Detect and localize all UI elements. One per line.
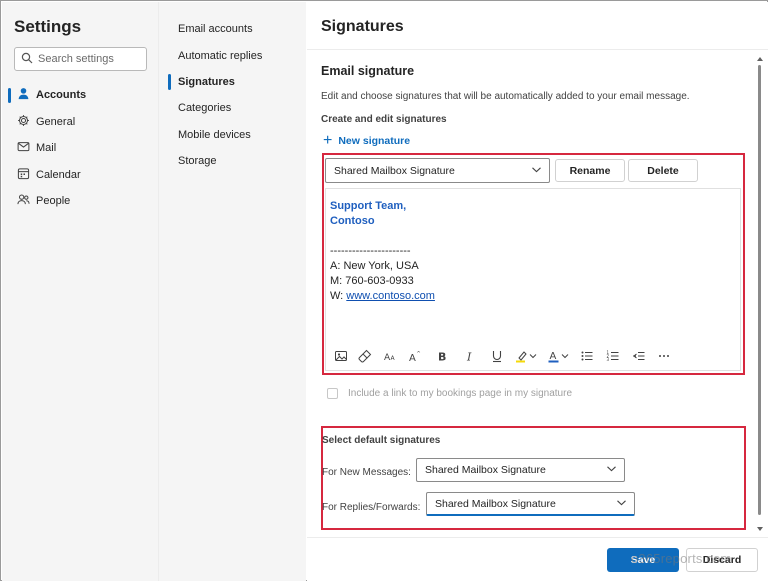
section-description: Edit and choose signatures that will be … — [321, 91, 690, 102]
format-toolbar: AA A ^ B I A 1 2 3 — [332, 346, 678, 366]
section-title: Email signature — [321, 64, 415, 78]
bookings-checkbox[interactable] — [327, 388, 338, 399]
svg-text:3: 3 — [607, 357, 610, 362]
nav-list: Accounts General Mail Calendar People — [2, 82, 158, 215]
replies-forwards-select[interactable]: Shared Mailbox Signature — [426, 492, 635, 516]
new-signature-button[interactable]: + New signature — [323, 132, 411, 149]
bookings-checkbox-label: Include a link to my bookings page in my… — [348, 388, 573, 399]
subnav-list: Email accounts Automatic replies Signatu… — [159, 16, 307, 174]
replies-forwards-label: For Replies/Forwards: — [322, 502, 421, 513]
highlight-icon[interactable] — [512, 346, 540, 366]
create-edit-label: Create and edit signatures — [321, 114, 447, 125]
save-button[interactable]: Save — [607, 548, 679, 572]
new-messages-select-value: Shared Mailbox Signature — [425, 464, 546, 476]
nav-item-general[interactable]: General — [2, 109, 158, 136]
signature-line-company: Contoso — [330, 215, 375, 227]
scrollbar[interactable] — [754, 57, 766, 531]
search-box[interactable] — [14, 47, 147, 71]
nav-item-label: General — [36, 115, 76, 128]
signature-mobile: M: 760-603-0933 — [330, 275, 414, 287]
nav-item-label: Calendar — [36, 168, 81, 181]
nav-item-accounts[interactable]: Accounts — [2, 82, 158, 109]
person-icon — [17, 87, 36, 103]
nav-item-label: Accounts — [36, 89, 87, 102]
format-painter-icon[interactable] — [354, 346, 376, 366]
font-size-icon[interactable]: AA — [380, 346, 400, 366]
signature-content[interactable]: Support Team, Contoso ------------------… — [330, 199, 435, 304]
nav-item-calendar[interactable]: Calendar — [2, 162, 158, 189]
svg-text:A: A — [409, 353, 416, 363]
new-messages-select[interactable]: Shared Mailbox Signature — [416, 458, 625, 482]
footer-divider — [307, 537, 768, 538]
font-color-icon[interactable]: A — [544, 346, 572, 366]
bullets-icon[interactable] — [576, 346, 598, 366]
signature-select[interactable]: Shared Mailbox Signature — [325, 158, 550, 183]
svg-text:I: I — [466, 351, 472, 364]
nav-item-label: Mail — [36, 142, 57, 155]
settings-window: Settings Accounts General — [0, 0, 768, 581]
signature-web-prefix: W: — [330, 290, 347, 302]
image-icon[interactable] — [332, 346, 350, 366]
scroll-up-arrow-icon[interactable] — [757, 57, 763, 61]
discard-button[interactable]: Discard — [686, 548, 758, 572]
indent-icon[interactable] — [628, 346, 650, 366]
replies-forwards-select-value: Shared Mailbox Signature — [435, 497, 556, 510]
italic-icon[interactable]: I — [458, 346, 482, 366]
chevron-down-icon — [606, 463, 617, 477]
signature-editor[interactable]: Support Team, Contoso ------------------… — [325, 188, 741, 371]
mail-icon — [17, 140, 36, 156]
accounts-subnav: Email accounts Automatic replies Signatu… — [158, 2, 306, 581]
underline-icon[interactable] — [486, 346, 508, 366]
rename-button[interactable]: Rename — [555, 159, 625, 182]
search-icon — [21, 52, 33, 67]
svg-text:^: ^ — [417, 351, 421, 357]
settings-title: Settings — [14, 17, 82, 36]
subnav-item-storage[interactable]: Storage — [159, 148, 307, 174]
nav-item-people[interactable]: People — [2, 188, 158, 215]
subnav-item-signatures[interactable]: Signatures — [159, 69, 307, 95]
signatures-pane: Signatures Email signature Edit and choo… — [307, 2, 768, 581]
svg-text:B: B — [438, 351, 446, 364]
signature-separator: ---------------------- — [330, 245, 411, 257]
subnav-item-categories[interactable]: Categories — [159, 95, 307, 121]
delete-button[interactable]: Delete — [628, 159, 698, 182]
gear-icon — [17, 114, 36, 130]
bold-icon[interactable]: B — [430, 346, 454, 366]
signature-select-value: Shared Mailbox Signature — [334, 164, 455, 177]
subnav-item-mobile-devices[interactable]: Mobile devices — [159, 122, 307, 148]
header-divider — [307, 49, 768, 50]
nav-item-mail[interactable]: Mail — [2, 135, 158, 162]
signature-web-line: W: www.contoso.com — [330, 289, 435, 304]
superscript-icon[interactable]: A ^ — [404, 346, 426, 366]
plus-icon: + — [323, 132, 333, 149]
signature-address: A: New York, USA — [330, 260, 419, 272]
numbering-icon[interactable]: 123 — [602, 346, 624, 366]
subnav-item-automatic-replies[interactable]: Automatic replies — [159, 42, 307, 68]
more-icon[interactable] — [654, 346, 674, 366]
chevron-down-icon — [531, 164, 542, 178]
scroll-down-arrow-icon[interactable] — [757, 527, 763, 531]
new-messages-label: For New Messages: — [322, 467, 411, 478]
signature-web-link[interactable]: www.contoso.com — [346, 290, 435, 302]
scrollbar-thumb[interactable] — [758, 65, 761, 515]
page-title: Signatures — [321, 18, 404, 35]
calendar-icon — [17, 167, 36, 183]
svg-text:A: A — [550, 351, 557, 362]
bookings-checkbox-row[interactable]: Include a link to my bookings page in my… — [327, 388, 572, 399]
search-input[interactable] — [38, 53, 138, 65]
svg-text:A: A — [391, 355, 396, 362]
new-signature-label: New signature — [338, 135, 411, 147]
people-icon — [17, 193, 36, 209]
nav-item-label: People — [36, 195, 71, 208]
default-signatures-title: Select default signatures — [322, 435, 441, 446]
settings-nav: Settings Accounts General — [2, 2, 158, 581]
subnav-item-email-accounts[interactable]: Email accounts — [159, 16, 307, 42]
signature-line-team: Support Team, — [330, 200, 407, 212]
chevron-down-icon — [616, 497, 627, 511]
